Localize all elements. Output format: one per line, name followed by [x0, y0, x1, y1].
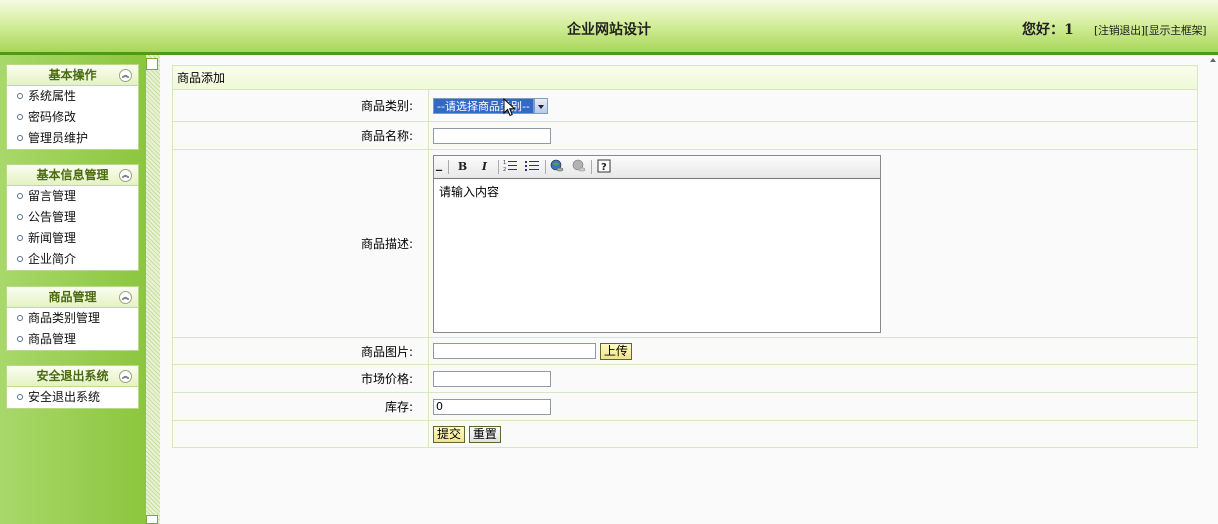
bullet-icon [17, 113, 23, 120]
sidebar-item-goods[interactable]: 商品管理 [7, 329, 138, 350]
unlink-icon[interactable] [570, 159, 587, 174]
toolbar-separator [498, 159, 499, 174]
stock-label: 库存: [172, 392, 429, 421]
menu-group-logout: 安全退出系统 ︽ 安全退出系统 [6, 365, 139, 409]
name-label: 商品名称: [172, 121, 429, 150]
bullet-icon [17, 134, 23, 141]
sidebar-item-label: 密码修改 [28, 110, 77, 124]
sidebar-item-messages[interactable]: 留言管理 [7, 186, 138, 207]
menu-group-label: 基本信息管理 [36, 168, 109, 182]
reset-button[interactable]: 重置 [468, 425, 501, 443]
menu-group-title[interactable]: 安全退出系统 ︽ [7, 366, 138, 387]
category-select[interactable]: --请选择商品类别-- [433, 97, 548, 116]
italic-icon[interactable]: I [476, 159, 493, 174]
menu-group-label: 基本操作 [48, 68, 97, 82]
logout-link[interactable]: [注销退出] [1094, 24, 1145, 37]
buttons-label [172, 420, 429, 448]
toolbar-separator [545, 159, 546, 174]
dropdown-arrow-icon[interactable] [533, 97, 548, 114]
form-caption: 商品添加 [172, 65, 1198, 90]
editor-toolbar: ▁ B I 12 ? [434, 155, 880, 179]
sidebar-item-notices[interactable]: 公告管理 [7, 207, 138, 228]
menu-group-goods: 商品管理 ︽ 商品类别管理 商品管理 [6, 286, 139, 351]
stock-input[interactable]: 0 [433, 398, 551, 415]
user-greeting: 您好：1 [1022, 22, 1074, 38]
unordered-list-icon[interactable] [524, 159, 541, 174]
collapse-icon[interactable]: ︽ [119, 169, 132, 182]
sidebar-item-label: 系统属性 [28, 89, 77, 103]
menu-group-label: 安全退出系统 [36, 369, 109, 383]
collapse-icon[interactable]: ︽ [119, 291, 132, 304]
name-input[interactable] [433, 127, 551, 144]
menu-group-title[interactable]: 基本信息管理 ︽ [7, 165, 138, 186]
menu-group-info: 基本信息管理 ︽ 留言管理 公告管理 新闻管理 企业简介 [6, 164, 139, 271]
help-icon[interactable]: ? [596, 159, 613, 174]
header-links: [注销退出][显示主框架] [1094, 22, 1207, 38]
submit-button[interactable]: 提交 [433, 425, 466, 443]
mouse-cursor-icon [503, 97, 516, 116]
toolbar-separator [448, 159, 449, 174]
sidebar-item-label: 商品管理 [28, 332, 77, 346]
toolbar-separator [591, 159, 592, 174]
bullet-icon [17, 314, 23, 321]
sidebar-item-label: 企业简介 [28, 252, 77, 266]
splitter-toggle-top[interactable] [146, 58, 158, 70]
sidebar-item-label: 新闻管理 [28, 231, 77, 245]
toolbar-collapse-icon[interactable]: ▁ [434, 159, 444, 174]
svg-text:2: 2 [503, 167, 506, 172]
ordered-list-icon[interactable]: 12 [502, 159, 519, 174]
menu-group-title[interactable]: 基本操作 ︽ [7, 65, 138, 86]
collapse-icon[interactable]: ︽ [119, 370, 132, 383]
sidebar-item-admin[interactable]: 管理员维护 [7, 128, 138, 149]
sidebar-item-label: 留言管理 [28, 189, 77, 203]
sidebar-item-goods-category[interactable]: 商品类别管理 [7, 308, 138, 329]
bullet-icon [17, 255, 23, 262]
bullet-icon [17, 335, 23, 342]
bullet-icon [17, 92, 23, 99]
category-selected-value: --请选择商品类别-- [433, 97, 534, 114]
menu-group-title[interactable]: 商品管理 ︽ [7, 287, 138, 308]
scroll-up-icon[interactable] [1210, 58, 1216, 62]
price-input[interactable] [433, 370, 551, 387]
image-label: 商品图片: [172, 337, 429, 365]
image-path-input[interactable] [433, 343, 596, 359]
sidebar-item-news[interactable]: 新闻管理 [7, 228, 138, 249]
upload-button[interactable]: 上传 [599, 342, 632, 360]
menu-group-label: 商品管理 [48, 290, 97, 304]
show-frame-link[interactable]: [显示主框架] [1145, 24, 1207, 37]
price-label: 市场价格: [172, 364, 429, 393]
bold-icon[interactable]: B [454, 159, 471, 174]
insert-link-icon[interactable] [548, 159, 565, 174]
frame-splitter[interactable] [146, 55, 160, 524]
editor-content-area[interactable]: 请输入内容 [434, 179, 880, 204]
rich-text-editor: ▁ B I 12 ? 请输入内容 [433, 154, 881, 333]
sidebar-item-label: 管理员维护 [28, 131, 89, 145]
splitter-toggle-bottom[interactable] [146, 515, 158, 524]
sidebar: 基本操作 ︽ 系统属性 密码修改 管理员维护 基本信息管理 ︽ 留言管理 公告管… [0, 55, 146, 524]
bullet-icon [17, 393, 23, 400]
sidebar-item-label: 商品类别管理 [28, 311, 101, 325]
top-header: 企业网站设计 您好：1 [注销退出][显示主框架] [0, 0, 1218, 55]
category-label: 商品类别: [172, 89, 429, 122]
desc-label: 商品描述: [172, 149, 429, 338]
svg-text:1: 1 [503, 160, 506, 166]
sidebar-item-label: 公告管理 [28, 210, 77, 224]
collapse-icon[interactable]: ︽ [119, 69, 132, 82]
product-form: 商品添加 商品类别: --请选择商品类别-- 商品名称: 商品描述: ▁ B I… [172, 65, 1198, 448]
main-content: 商品添加 商品类别: --请选择商品类别-- 商品名称: 商品描述: ▁ B I… [160, 55, 1218, 524]
svg-text:?: ? [601, 162, 607, 173]
bullet-icon [17, 234, 23, 241]
bullet-icon [17, 192, 23, 199]
sidebar-item-logout[interactable]: 安全退出系统 [7, 387, 138, 408]
sidebar-item-system-props[interactable]: 系统属性 [7, 86, 138, 107]
sidebar-item-password[interactable]: 密码修改 [7, 107, 138, 128]
sidebar-item-label: 安全退出系统 [28, 390, 101, 404]
sidebar-item-company[interactable]: 企业简介 [7, 249, 138, 270]
bullet-icon [17, 213, 23, 220]
menu-group-basic: 基本操作 ︽ 系统属性 密码修改 管理员维护 [6, 64, 139, 150]
